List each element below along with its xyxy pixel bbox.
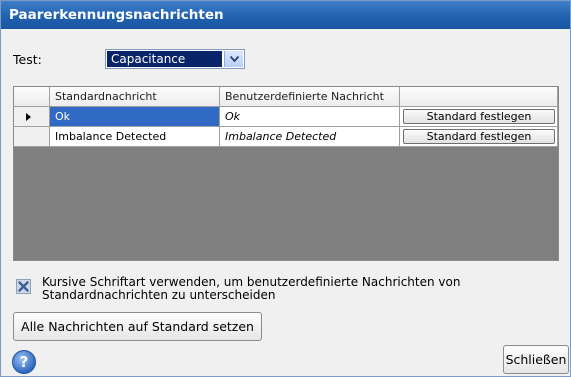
italic-font-checkbox-label[interactable]: Kursive Schriftart verwenden, um benutze… [42, 276, 562, 302]
action-cell: Standard festlegen [400, 107, 558, 127]
test-combobox-value: Capacitance [107, 51, 222, 67]
table-row[interactable]: Imbalance Detected Imbalance Detected St… [14, 127, 558, 147]
column-header-standard[interactable]: Standardnachricht [50, 87, 220, 107]
column-header-custom[interactable]: Benutzerdefinierte Nachricht [220, 87, 400, 107]
custom-message-cell[interactable]: Imbalance Detected [220, 127, 400, 147]
set-default-button[interactable]: Standard festlegen [403, 109, 555, 124]
current-row-icon [26, 113, 31, 121]
standard-message-cell[interactable]: Imbalance Detected [50, 127, 220, 147]
set-default-button[interactable]: Standard festlegen [403, 129, 555, 144]
dialog-window: Paarerkennungsnachrichten Test: Capacita… [0, 0, 571, 377]
reset-all-messages-button[interactable]: Alle Nachrichten auf Standard setzen [13, 312, 262, 341]
chevron-down-icon[interactable] [224, 51, 243, 67]
row-header-corner [14, 87, 50, 107]
action-cell: Standard festlegen [400, 127, 558, 147]
test-combobox[interactable]: Capacitance [105, 49, 245, 69]
standard-message-cell[interactable]: Ok [50, 107, 220, 127]
message-grid[interactable]: Standardnachricht Benutzerdefinierte Nac… [13, 86, 559, 261]
row-header[interactable] [14, 127, 50, 147]
italic-font-checkbox[interactable] [16, 279, 31, 294]
checkmark-icon [18, 281, 29, 292]
table-row[interactable]: Ok Ok Standard festlegen [14, 107, 558, 127]
custom-message-cell[interactable]: Ok [220, 107, 400, 127]
window-title: Paarerkennungsnachrichten [1, 1, 570, 29]
help-icon[interactable]: ? [12, 350, 36, 374]
test-label: Test: [13, 52, 42, 67]
close-button[interactable]: Schließen [503, 345, 569, 374]
row-header[interactable] [14, 107, 50, 127]
column-header-action [400, 87, 558, 107]
grid-header-row: Standardnachricht Benutzerdefinierte Nac… [14, 87, 558, 107]
